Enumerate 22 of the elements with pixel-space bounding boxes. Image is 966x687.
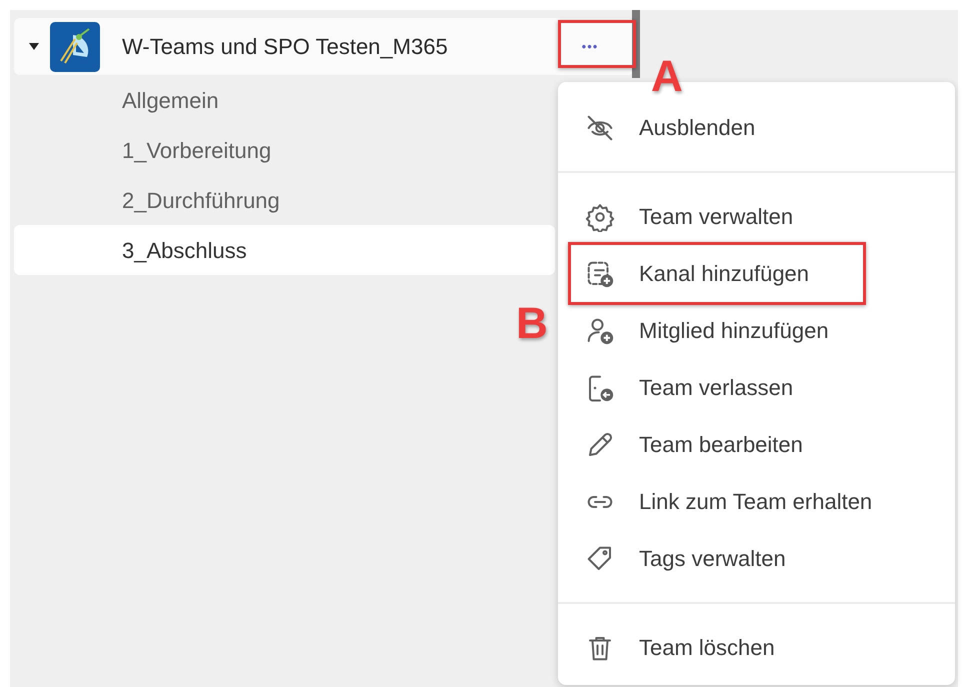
team-logo-icon [50,22,100,72]
menu-item[interactable]: Tags verwalten [558,530,955,587]
caret-down-icon[interactable] [29,43,39,50]
menu-item[interactable]: Link zum Team erhalten [558,473,955,530]
menu-item[interactable]: Team verlassen [558,359,955,416]
menu-item[interactable]: Kanal hinzufügen [571,246,861,301]
menu-item[interactable]: Team bearbeiten [558,416,955,473]
annotation-label: A [651,55,683,99]
eye-off-icon [585,112,615,142]
channel-item[interactable]: Allgemein [14,75,555,125]
menu-item[interactable]: Ausblenden [558,99,955,156]
channel-item[interactable]: 2_Durchführung [14,175,555,225]
menu-item[interactable]: Team löschen [558,619,955,676]
menu-item[interactable]: Team verwalten [558,188,955,245]
menu-item[interactable]: Mitglied hinzufügen [558,302,955,359]
channel-item[interactable]: 3_Abschluss [14,225,555,275]
more-options-button[interactable]: ••• [568,28,612,64]
team-name: W-Teams und SPO Testen_M365 [122,33,448,61]
annotation-label: B [516,302,548,346]
settings-icon [585,202,615,232]
team-row[interactable]: W-Teams und SPO Testen_M365 ••• [14,18,634,75]
channel-item[interactable]: 1_Vorbereitung [14,125,555,175]
